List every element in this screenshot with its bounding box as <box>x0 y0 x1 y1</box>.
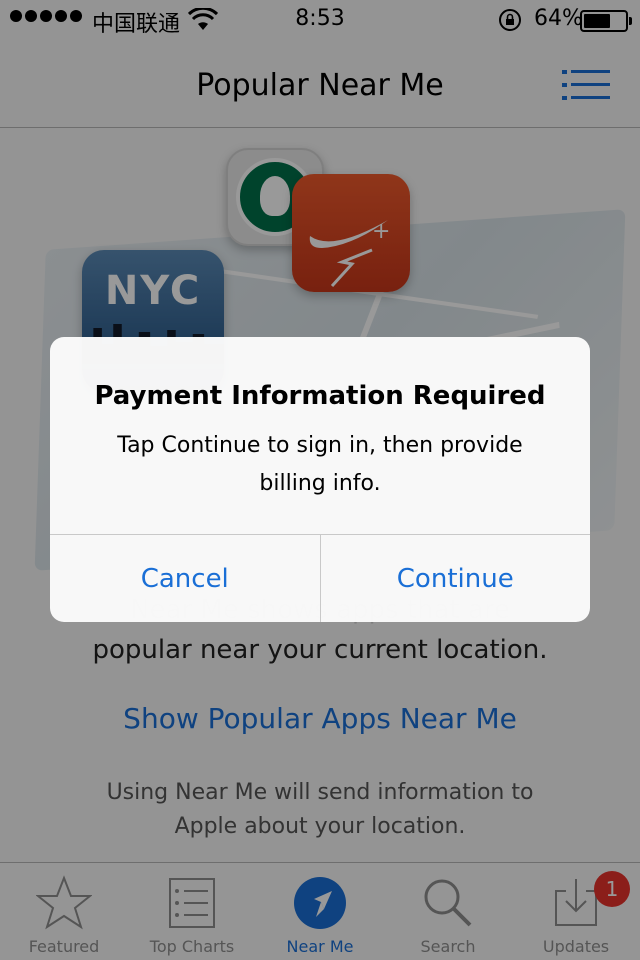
continue-button[interactable]: Continue <box>319 535 591 622</box>
alert-message: Tap Continue to sign in, then provide bi… <box>117 433 523 496</box>
payment-alert-dialog: Payment Information Required Tap Continu… <box>50 337 590 622</box>
cancel-button[interactable]: Cancel <box>50 535 320 622</box>
alert-title: Payment Information Required <box>94 381 546 411</box>
alert-button-row: Cancel Continue <box>50 534 590 622</box>
